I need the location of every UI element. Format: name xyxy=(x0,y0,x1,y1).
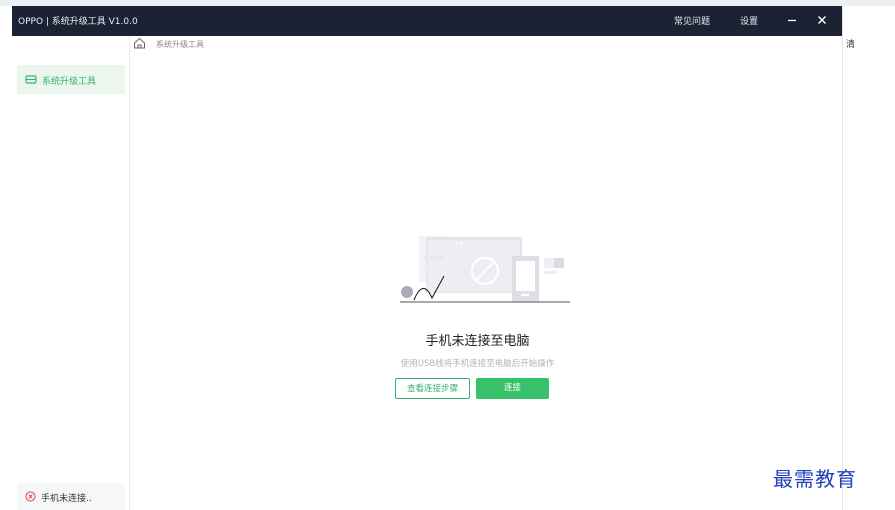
empty-state-title: 手机未连接至电脑 xyxy=(425,334,530,349)
disconnected-illustration xyxy=(400,236,570,303)
background-text: 清 xyxy=(846,40,856,50)
window-title: OPPO | 系统升级工具 V1.0.0 xyxy=(18,17,138,27)
home-icon[interactable] xyxy=(133,37,146,49)
view-connection-steps-button[interactable]: 查看连接步骤 xyxy=(395,378,470,399)
connect-button[interactable]: 连接 xyxy=(476,378,549,399)
minimize-icon xyxy=(788,19,796,22)
background-window xyxy=(842,36,895,510)
empty-state-description: 使用USB线将手机连接至电脑后开始操作 xyxy=(400,359,555,369)
faq-menu[interactable]: 常见问题 xyxy=(674,14,710,27)
minimize-button[interactable] xyxy=(781,9,803,31)
sidebar: 系统升级工具 手机未连接.. xyxy=(12,36,130,510)
close-icon xyxy=(818,16,826,24)
breadcrumb-label: 系统升级工具 xyxy=(156,40,204,49)
title-bar: OPPO | 系统升级工具 V1.0.0 常见问题 设置 xyxy=(12,6,842,36)
connection-status-label: 手机未连接.. xyxy=(41,494,92,504)
sidebar-item-label: 系统升级工具 xyxy=(42,77,97,87)
watermark: 最需教育 xyxy=(773,467,857,491)
connection-status: 手机未连接.. xyxy=(17,483,125,510)
close-button[interactable] xyxy=(811,9,833,31)
settings-menu[interactable]: 设置 xyxy=(740,14,758,27)
drive-icon xyxy=(25,75,37,84)
error-circle-icon xyxy=(25,491,36,502)
sidebar-item-upgrade-tool[interactable]: 系统升级工具 xyxy=(17,65,125,94)
